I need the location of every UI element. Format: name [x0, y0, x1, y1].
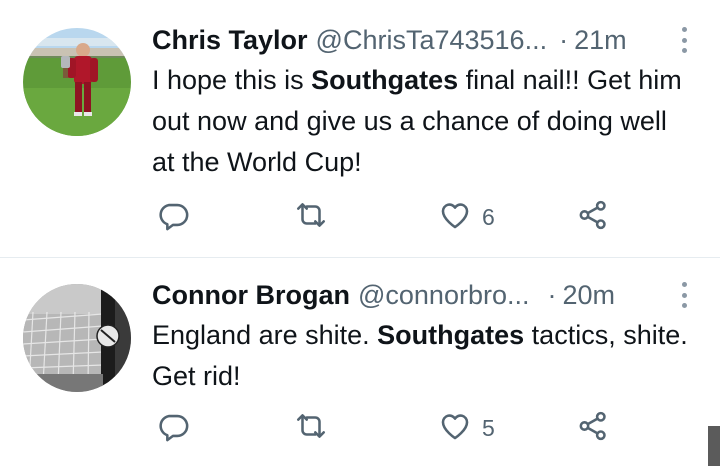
retweet-button[interactable]: [294, 408, 338, 448]
heart-icon: [438, 198, 472, 237]
tweet-header: Chris Taylor @ChrisTa743516... · 21m: [152, 23, 627, 57]
text-segment: I hope this is: [152, 65, 312, 95]
more-vertical-icon[interactable]: [678, 280, 690, 310]
share-button[interactable]: [576, 408, 610, 448]
text-segment-bold: Southgates: [311, 65, 459, 95]
retweet-button[interactable]: [294, 197, 338, 237]
retweet-icon: [294, 409, 328, 448]
tweet-header: Connor Brogan @connorbro... · 20m: [152, 278, 615, 312]
timestamp[interactable]: 21m: [574, 25, 627, 56]
display-name[interactable]: Connor Brogan: [152, 280, 350, 311]
like-button[interactable]: 6: [438, 197, 495, 237]
like-count: 5: [482, 414, 495, 441]
text-segment-bold: Southgates: [377, 320, 525, 350]
handle[interactable]: @ChrisTa743516...: [316, 25, 548, 56]
share-icon: [576, 198, 610, 237]
text-segment: England are shite.: [152, 320, 378, 350]
separator-dot: ·: [559, 24, 569, 55]
more-vertical-icon[interactable]: [678, 25, 690, 55]
reply-icon: [156, 409, 190, 448]
reply-icon: [156, 198, 190, 237]
reply-button[interactable]: [156, 408, 200, 448]
tweet-actions: 5: [152, 408, 622, 448]
share-button[interactable]: [576, 197, 610, 237]
tweet[interactable]: Connor Brogan @connorbro... · 20m Englan…: [0, 258, 720, 466]
tweet-text: England are shite. Southgates tactics, s…: [152, 315, 692, 397]
heart-icon: [438, 409, 472, 448]
timestamp[interactable]: 20m: [562, 280, 615, 311]
like-button[interactable]: 5: [438, 408, 495, 448]
share-icon: [576, 409, 610, 448]
like-count: 6: [482, 203, 495, 230]
reply-button[interactable]: [156, 197, 200, 237]
tweet[interactable]: Chris Taylor @ChrisTa743516... · 21m I h…: [0, 0, 720, 258]
scrollbar-thumb[interactable]: [708, 426, 720, 466]
handle[interactable]: @connorbro...: [358, 280, 530, 311]
separator-dot: ·: [547, 279, 557, 310]
retweet-icon: [294, 198, 328, 237]
avatar[interactable]: [23, 28, 131, 136]
display-name[interactable]: Chris Taylor: [152, 25, 308, 56]
tweet-actions: 6: [152, 197, 622, 237]
avatar[interactable]: [23, 284, 131, 392]
tweet-text: I hope this is Southgates final nail!! G…: [152, 60, 692, 183]
